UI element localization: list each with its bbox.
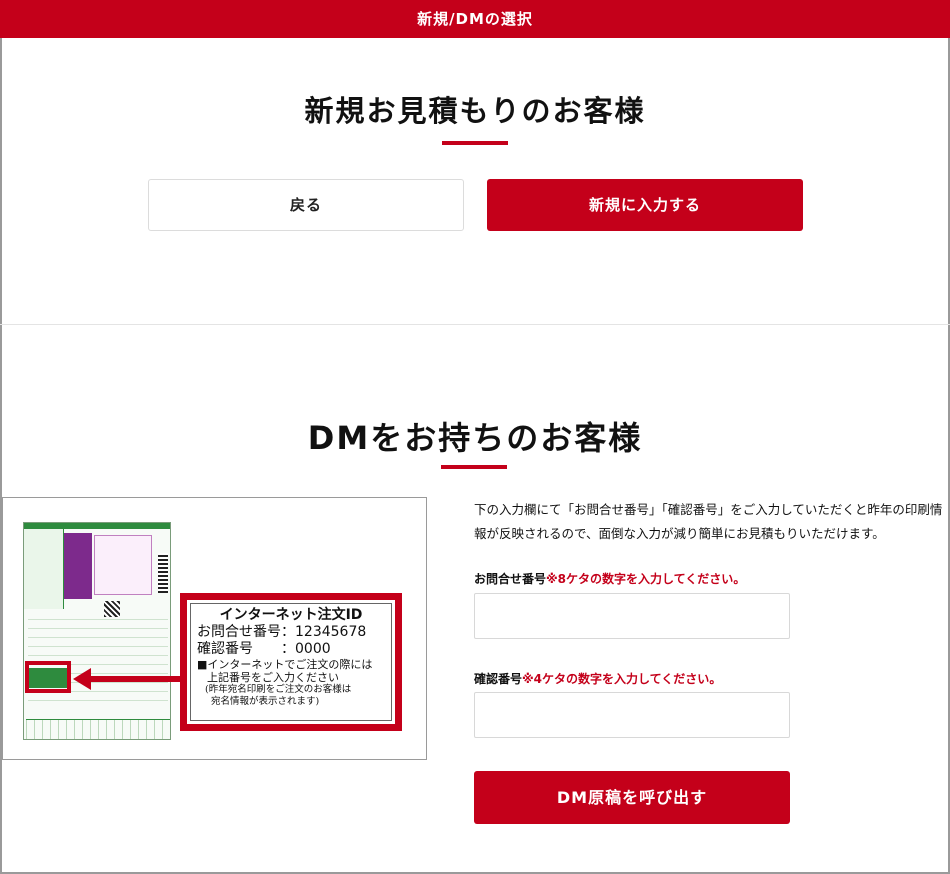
callout-confirm-number: 確認番号 ：0000 (197, 641, 331, 657)
confirm-number-input[interactable] (474, 692, 790, 738)
section-divider (0, 324, 950, 325)
dm-sample-image: インターネット注文ID お問合せ番号：12345678 確認番号 ：0000 ■… (2, 497, 427, 760)
dm-customer-title: DMをお持ちのお客様 (307, 419, 643, 457)
confirm-label-text: 確認番号 (474, 672, 523, 686)
callout-note: 上記番号をご入力ください (207, 671, 339, 684)
inquiry-requirement-note: ※8ケタの数字を入力してください。 (546, 572, 746, 586)
barcode-icon (158, 553, 168, 593)
inquiry-label-text: お問合せ番号 (474, 572, 547, 586)
arrow-left-icon (73, 668, 91, 690)
confirm-number-label: 確認番号※4ケタの数字を入力してください。 (474, 670, 721, 687)
load-dm-button[interactable]: DM原稿を呼び出す (474, 771, 790, 824)
callout-title: インターネット注文ID (219, 607, 363, 623)
callout-note: (昨年宛名印刷をご注文のお客様は (205, 684, 352, 695)
title-underline (442, 141, 508, 145)
dm-postcard-illustration (23, 522, 171, 740)
id-location-highlight (25, 661, 71, 693)
order-id-callout: インターネット注文ID お問合せ番号：12345678 確認番号 ：0000 ■… (180, 593, 402, 731)
confirm-requirement-note: ※4ケタの数字を入力してください。 (522, 672, 722, 686)
callout-note: ■インターネットでご注文の際には (197, 658, 373, 671)
new-estimate-title: 新規お見積もりのお客様 (304, 94, 646, 128)
back-button[interactable]: 戻る (148, 179, 464, 231)
inquiry-number-label: お問合せ番号※8ケタの数字を入力してください。 (474, 570, 745, 587)
inquiry-number-input[interactable] (474, 593, 790, 639)
page-header: 新規/DMの選択 (0, 0, 950, 38)
qr-code-icon (104, 601, 120, 617)
title-underline (441, 465, 507, 469)
new-entry-button[interactable]: 新規に入力する (487, 179, 803, 231)
callout-note: 宛名情報が表示されます) (211, 696, 320, 707)
dm-description: 下の入力欄にて「お問合せ番号」「確認番号」をご入力していただくと昨年の印刷情報が… (474, 502, 943, 541)
callout-inquiry-number: お問合せ番号：12345678 (197, 624, 367, 640)
arrow-icon (89, 676, 181, 682)
